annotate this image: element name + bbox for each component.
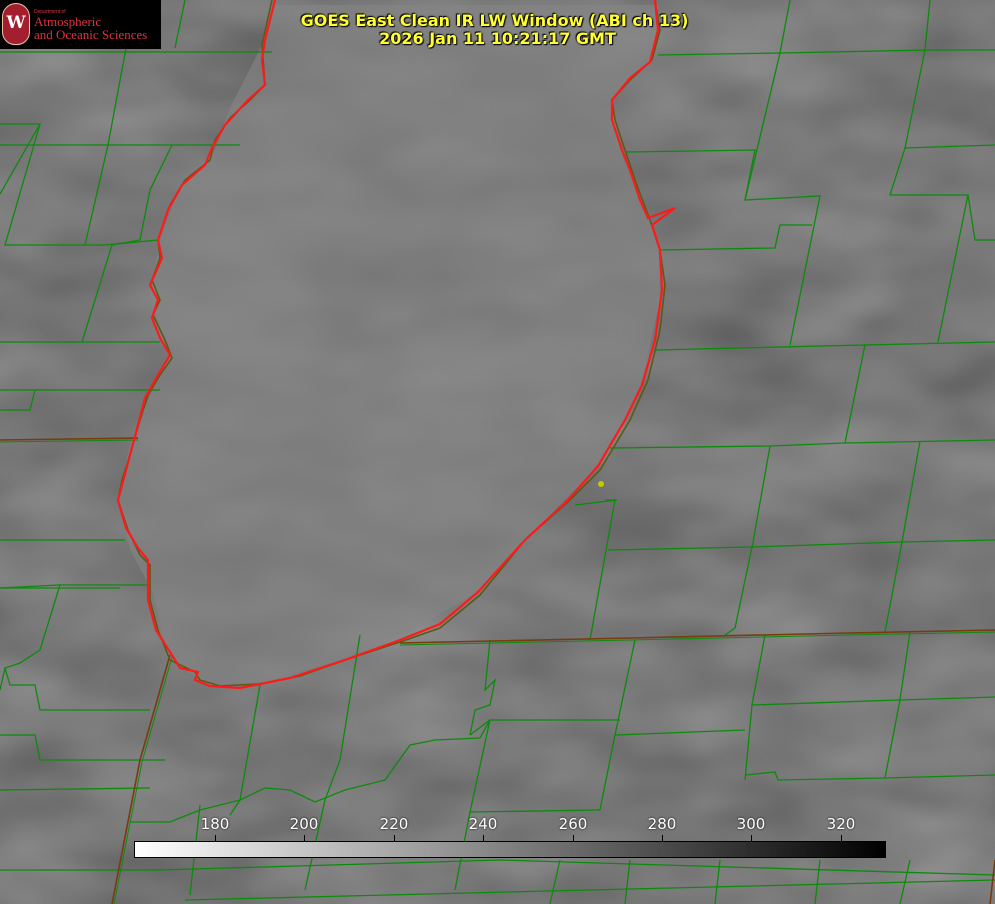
colorbar-tick-label: 200 [289, 815, 319, 833]
colorbar-tick-label: 240 [468, 815, 498, 833]
station-marker [598, 481, 604, 487]
colorbar-tick-label: 260 [558, 815, 588, 833]
colorbar-tick-label: 180 [200, 815, 230, 833]
image-title: GOES East Clean IR LW Window (ABI ch 13) [300, 11, 689, 30]
map-canvas [0, 0, 995, 904]
colorbar-tick-label: 320 [826, 815, 856, 833]
colorbar-tick-label: 220 [379, 815, 409, 833]
colorbar-tick-label: 300 [736, 815, 766, 833]
colorbar [134, 841, 886, 858]
satellite-image: W Department of Atmospheric and Oceanic … [0, 0, 995, 904]
colorbar-tick-label: 280 [647, 815, 677, 833]
image-timestamp: 2026 Jan 11 10:21:17 GMT [379, 29, 616, 48]
